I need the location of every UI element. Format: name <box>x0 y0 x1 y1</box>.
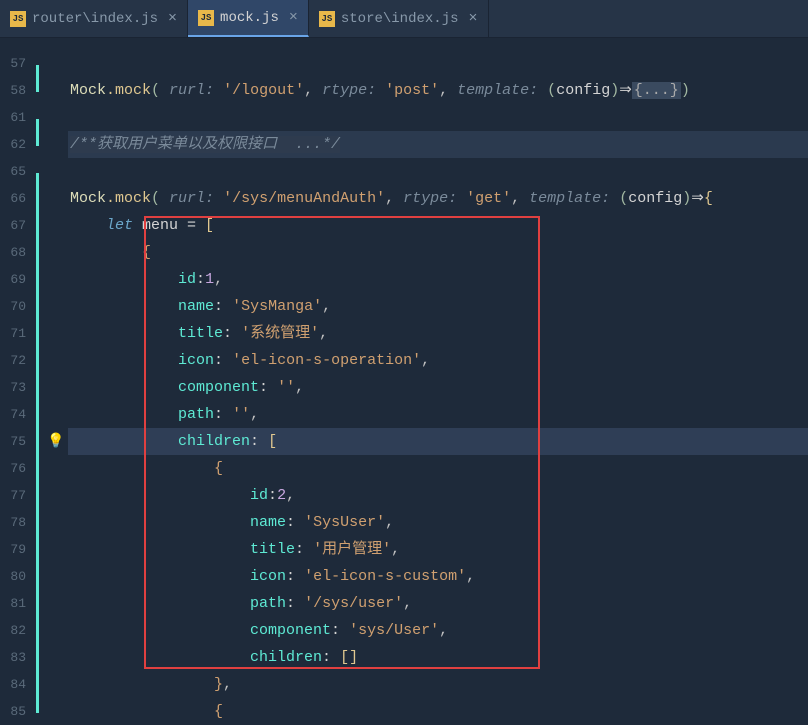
js-file-icon: JS <box>319 11 335 27</box>
tab-store-index[interactable]: JS store\index.js × <box>309 0 489 37</box>
folded-code[interactable]: {...} <box>632 82 681 99</box>
tab-bar: JS router\index.js × JS mock.js × JS sto… <box>0 0 808 38</box>
tab-mock[interactable]: JS mock.js × <box>188 0 309 37</box>
comment-block: /**获取用户菜单以及权限接口 ...*/ <box>70 136 340 153</box>
tab-router-index[interactable]: JS router\index.js × <box>0 0 188 37</box>
close-icon[interactable]: × <box>469 10 478 27</box>
js-file-icon: JS <box>198 10 214 26</box>
icon-gutter: 💡 <box>44 38 68 689</box>
tab-label: mock.js <box>220 10 279 26</box>
lightbulb-icon[interactable]: 💡 <box>47 434 64 450</box>
js-file-icon: JS <box>10 11 26 27</box>
tab-label: store\index.js <box>341 11 459 27</box>
close-icon[interactable]: × <box>168 10 177 27</box>
tab-label: router\index.js <box>32 11 158 27</box>
line-number-gutter: 57 58 61 62 65 66 67 68 69 70 71 72 73 7… <box>0 38 34 689</box>
code-area[interactable]: Mock.mock( rurl: '/logout', rtype: 'post… <box>68 38 808 689</box>
structure-gutter <box>34 38 44 689</box>
close-icon[interactable]: × <box>289 9 298 26</box>
editor: 57 58 61 62 65 66 67 68 69 70 71 72 73 7… <box>0 38 808 689</box>
